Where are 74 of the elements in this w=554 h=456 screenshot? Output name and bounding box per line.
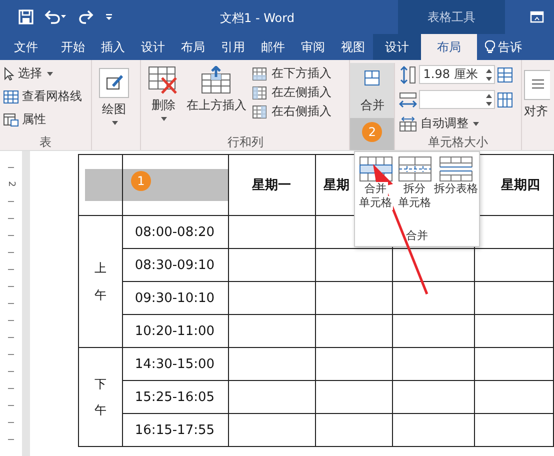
caret-icon [161,117,168,121]
insert-above-icon [201,66,232,94]
lightbulb-icon [485,40,495,54]
spinner-icon[interactable] [486,94,492,106]
merge-cells-icon [363,69,382,87]
insert-table-icon [252,66,268,80]
group-label: 单元格大小 [427,134,490,150]
align-icon [524,70,550,100]
insert-table-icon [252,86,268,100]
ribbon-tab[interactable]: 设计 [373,34,421,60]
time-cell: 10:20-11:00 [122,314,228,348]
save-icon[interactable] [18,9,34,25]
ribbon-tab[interactable]: 引用 [213,34,253,60]
distribute-columns-icon[interactable] [497,92,514,108]
step-badge: 2 [362,122,382,142]
window-title: 文档1 - Word [220,10,294,27]
group-label: 表 [38,134,52,150]
delete-table-icon [148,66,178,94]
ribbon-tab[interactable]: 插入 [93,34,133,60]
caret-icon [473,122,480,126]
period-label: 上午 [94,260,106,304]
customize-icon[interactable] [104,11,114,23]
menu-group-label: 合并 [405,228,429,244]
menu-item[interactable]: 拆分 单元格 [395,156,434,210]
context-label: 表格工具 [398,0,505,34]
ribbon-tab[interactable]: 布局 [421,34,477,60]
ribbon-tab[interactable]: 邮件 [253,34,293,60]
ribbon-command[interactable]: 在左侧插入 [252,83,332,102]
ribbon-command[interactable]: 在下方插入 [252,64,332,83]
ribbon-tab[interactable]: 开始 [53,34,93,60]
table-layout-icon [398,156,432,182]
ribbon-command[interactable]: 在右侧插入 [252,102,332,121]
time-cell: 15:25-16:05 [122,380,228,414]
time-cell: 16:15-17:55 [122,414,228,446]
ribbon-command[interactable]: 属性 [3,110,88,129]
distribute-rows-icon[interactable] [497,66,514,82]
row-height-field[interactable]: 1.98 厘米 [419,65,496,84]
ribbon-tab[interactable]: 布局 [173,34,213,60]
redo-icon[interactable] [78,9,94,25]
ribbon-tab[interactable]: 视图 [333,34,373,60]
pointer-icon [3,66,15,80]
ribbon-command[interactable]: 查看网格线 [3,87,88,106]
insert-table-icon [252,104,268,118]
table-header-cell: 星期一 [228,154,316,216]
draw-table-icon [98,68,129,98]
time-cell: 08:30-09:10 [122,248,228,282]
time-cell: 08:00-08:20 [122,216,228,248]
ribbon-command[interactable]: 选择 [3,64,88,83]
table-properties-icon [3,112,19,126]
tell-me-field[interactable]: 告诉 [498,34,522,60]
delete-button[interactable]: 删除 [144,64,182,134]
draw-button[interactable]: 绘图 [94,64,133,134]
merge-button[interactable]: 合并 [350,63,394,118]
grid-icon [3,90,19,104]
ribbon-tab[interactable]: 审阅 [293,34,333,60]
spinner-icon[interactable] [486,68,492,80]
ribbon-tab[interactable]: 文件 [6,34,53,60]
autofit-icon [399,116,418,132]
period-label: 下午 [94,376,106,419]
group-label: 行和列 [226,134,264,150]
table-layout-icon [439,156,473,182]
autofit-button[interactable]: 自动调整 [399,114,518,133]
column-width-icon [399,90,418,108]
time-cell: 09:30-10:10 [122,282,228,314]
undo-icon[interactable] [44,9,68,25]
time-cell: 14:30-15:00 [122,348,228,380]
caret-icon [47,72,53,76]
row-height-icon [399,66,418,84]
caret-icon [112,121,118,125]
ribbon-tab[interactable]: 设计 [133,34,173,60]
ribbon-display-icon[interactable] [530,11,544,23]
insert-above-button[interactable]: 在上方插入 [182,64,250,134]
align-button[interactable]: 对齐 [522,60,554,122]
column-width-field[interactable] [419,90,496,109]
